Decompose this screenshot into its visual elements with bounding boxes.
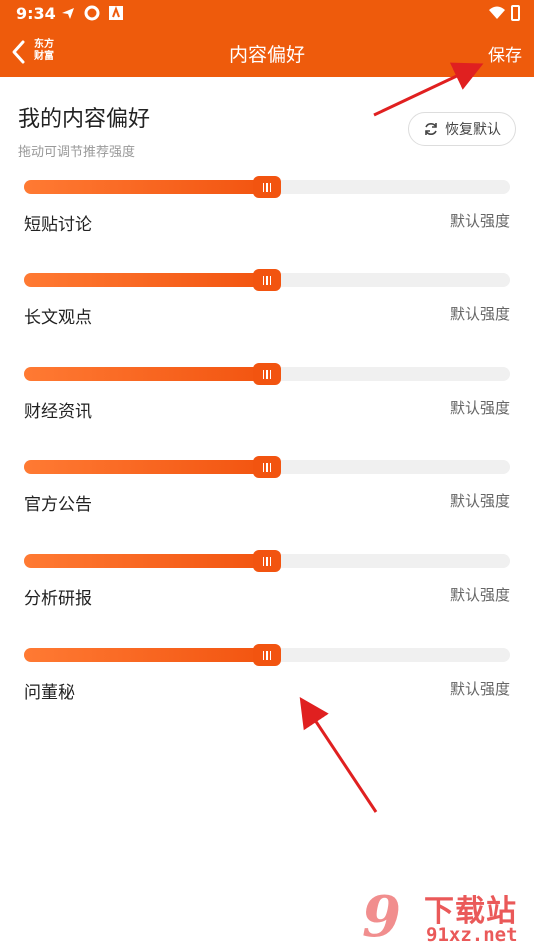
slider-fill	[24, 273, 267, 287]
grip-line-icon	[269, 650, 272, 660]
slider-value-label: 默认强度	[449, 680, 510, 698]
preference-slider-row: 官方公告 默认强度	[0, 456, 534, 530]
grip-line-icon	[269, 462, 272, 472]
page-title: 内容偏好	[228, 44, 305, 66]
slider-handle[interactable]	[253, 269, 281, 291]
grip-line-icon	[266, 462, 268, 472]
slider-fill	[24, 180, 267, 194]
refresh-icon	[425, 123, 437, 135]
reset-default-button[interactable]: 恢复默认	[408, 112, 516, 146]
slider-handle[interactable]	[253, 456, 281, 478]
slider-track[interactable]	[24, 363, 510, 385]
grip-line-icon	[262, 556, 265, 566]
slider-label: 财经资讯	[24, 402, 92, 422]
app-a-icon	[109, 6, 123, 20]
grip-line-icon	[266, 369, 268, 379]
reset-default-label: 恢复默认	[445, 122, 501, 138]
slider-track[interactable]	[24, 550, 510, 572]
nav-bar: 东方 财富 内容偏好 保存	[0, 28, 534, 77]
slider-handle[interactable]	[253, 550, 281, 572]
slider-value-label: 默认强度	[449, 305, 510, 323]
slider-value-label: 默认强度	[449, 399, 510, 417]
slider-fill	[24, 648, 267, 662]
status-time: 9:34	[16, 4, 56, 23]
section-heading: 我的内容偏好	[18, 107, 151, 132]
preference-slider-row: 分析研报 默认强度	[0, 550, 534, 624]
grip-line-icon	[266, 556, 268, 566]
status-bar: 9:34	[0, 0, 534, 28]
grip-line-icon	[269, 369, 272, 379]
slider-track[interactable]	[24, 644, 510, 666]
slider-label: 官方公告	[24, 495, 92, 515]
grip-line-icon	[266, 182, 268, 192]
slider-value-label: 默认强度	[449, 492, 510, 510]
watermark: 9 下载站 91xz.net	[362, 884, 534, 950]
preference-slider-row: 财经资讯 默认强度	[0, 363, 534, 437]
slider-track[interactable]	[24, 456, 510, 478]
watermark-logo-icon: 9	[362, 884, 401, 950]
battery-icon	[511, 5, 520, 21]
annotation-arrow-slider	[299, 697, 378, 813]
app-header: 9:34 东方 财富 内容偏好 保存	[0, 0, 534, 77]
grip-line-icon	[269, 556, 272, 566]
grip-line-icon	[262, 650, 265, 660]
grip-line-icon	[262, 369, 265, 379]
section-subheading: 拖动可调节推荐强度	[18, 145, 136, 160]
slider-value-label: 默认强度	[449, 586, 510, 604]
slider-handle[interactable]	[253, 363, 281, 385]
slider-value-label: 默认强度	[449, 212, 510, 230]
preference-slider-row: 短贴讨论 默认强度	[0, 176, 534, 250]
slider-fill	[24, 367, 267, 381]
sync-icon	[84, 5, 100, 21]
preference-slider-row: 问董秘 默认强度	[0, 644, 534, 718]
slider-fill	[24, 460, 267, 474]
grip-line-icon	[266, 650, 268, 660]
grip-line-icon	[269, 182, 272, 192]
slider-track[interactable]	[24, 269, 510, 291]
slider-label: 分析研报	[24, 589, 92, 609]
slider-fill	[24, 554, 267, 568]
grip-line-icon	[262, 182, 265, 192]
grip-line-icon	[262, 462, 265, 472]
preference-slider-row: 长文观点 默认强度	[0, 269, 534, 343]
slider-handle[interactable]	[253, 176, 281, 198]
send-icon	[62, 8, 74, 19]
wifi-icon	[489, 6, 505, 19]
slider-label: 短贴讨论	[24, 215, 92, 235]
grip-line-icon	[269, 275, 272, 285]
slider-label: 问董秘	[24, 683, 75, 703]
grip-line-icon	[266, 275, 268, 285]
slider-label: 长文观点	[24, 308, 92, 328]
save-button[interactable]: 保存	[488, 41, 522, 66]
slider-track[interactable]	[24, 176, 510, 198]
slider-handle[interactable]	[253, 644, 281, 666]
watermark-url: 91xz.net	[426, 924, 518, 946]
grip-line-icon	[262, 275, 265, 285]
